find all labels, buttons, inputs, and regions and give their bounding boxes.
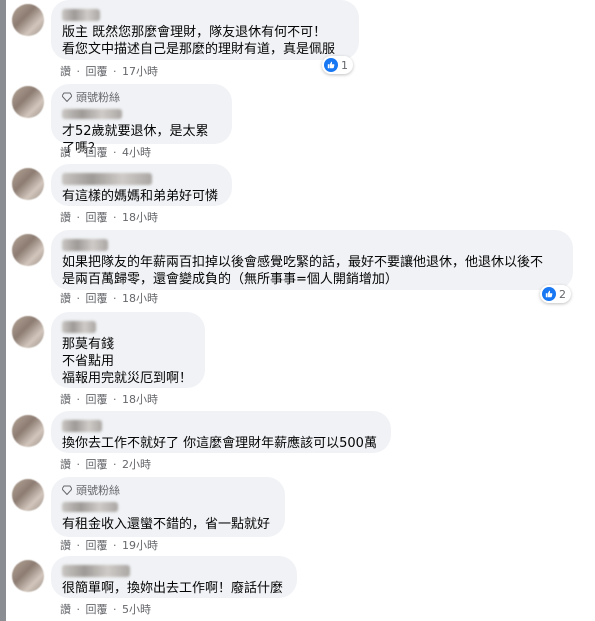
like-link[interactable]: 讚 [60, 458, 71, 471]
reaction-number: 2 [559, 287, 566, 301]
avatar[interactable] [12, 86, 44, 118]
commenter-name[interactable] [62, 419, 102, 432]
commenter-name[interactable] [62, 564, 130, 577]
reply-link[interactable]: 回覆 [86, 603, 108, 616]
avatar[interactable] [12, 168, 44, 200]
comment-actions: 讚 · 回覆 · 18小時 [60, 393, 158, 406]
like-link[interactable]: 讚 [60, 603, 71, 616]
timestamp[interactable]: 18小時 [122, 393, 158, 406]
comment-bubble: 版主 既然您那麼會理財，隊友退休有何不可！ 看您文中描述自己是那麼的理財有道，真… [51, 0, 359, 60]
comment-text: 那莫有錢 不省點用 福報用完就災厄到啊！ [62, 337, 193, 386]
comment-bubble: 那莫有錢 不省點用 福報用完就災厄到啊！ [51, 312, 205, 388]
avatar[interactable] [12, 316, 44, 348]
avatar[interactable] [12, 234, 44, 266]
comment-actions: 讚 · 回覆 · 4小時 [60, 146, 151, 159]
like-link[interactable]: 讚 [60, 539, 71, 552]
commenter-name[interactable] [62, 238, 108, 251]
reply-link[interactable]: 回覆 [86, 458, 108, 471]
commenter-name[interactable] [62, 502, 118, 512]
thumbs-up-icon [542, 287, 556, 301]
comment-bubble: 頭號粉絲 才52歲就要退休，是太累了嗎？ [51, 84, 232, 156]
comment-actions: 讚 · 回覆 · 18小時 [60, 292, 158, 305]
timestamp[interactable]: 18小時 [122, 292, 158, 305]
avatar[interactable] [12, 415, 44, 447]
like-link[interactable]: 讚 [60, 211, 71, 224]
comment-actions: 讚 · 回覆 · 18小時 [60, 211, 158, 224]
commenter-name[interactable] [62, 109, 122, 119]
scrollbar-track [0, 0, 6, 621]
reply-link[interactable]: 回覆 [86, 65, 108, 78]
like-link[interactable]: 讚 [60, 393, 71, 406]
like-link[interactable]: 讚 [60, 146, 71, 159]
comment-text: 有這樣的媽媽和弟弟好可憐 [62, 189, 219, 204]
reply-link[interactable]: 回覆 [86, 393, 108, 406]
diamond-icon [62, 92, 72, 102]
comment-text: 換你去工作不就好了 你這麼會理財年薪應該可以500萬 [62, 436, 377, 451]
reply-link[interactable]: 回覆 [86, 146, 108, 159]
timestamp[interactable]: 18小時 [122, 211, 158, 224]
comment-actions: 讚 · 回覆 · 19小時 [60, 539, 158, 552]
comment-actions: 讚 · 回覆 · 2小時 [60, 458, 151, 471]
top-fan-badge: 頭號粉絲 [62, 484, 274, 498]
comment-text: 有租金收入還蠻不錯的，省一點就好 [62, 517, 271, 532]
timestamp[interactable]: 5小時 [122, 603, 151, 616]
reaction-count[interactable]: 2 [540, 285, 571, 303]
avatar[interactable] [12, 479, 44, 511]
comment-actions: 讚 · 回覆 · 17小時 [60, 65, 158, 78]
commenter-name[interactable] [62, 320, 96, 333]
reply-link[interactable]: 回覆 [86, 211, 108, 224]
comment-actions: 讚 · 回覆 · 5小時 [60, 603, 151, 616]
reaction-number: 1 [341, 58, 348, 72]
reply-link[interactable]: 回覆 [86, 292, 108, 305]
comment-text: 如果把隊友的年薪兩百扣掉以後會感覺吃緊的話，最好不要讓他退休，他退休以後不 是兩… [62, 255, 544, 287]
timestamp[interactable]: 19小時 [122, 539, 158, 552]
commenter-name[interactable] [62, 8, 100, 21]
comment-bubble: 很簡單啊，換妳出去工作啊！廢話什麼 [51, 556, 297, 598]
comment-text: 很簡單啊，換妳出去工作啊！廢話什麼 [62, 581, 284, 596]
reply-link[interactable]: 回覆 [86, 539, 108, 552]
avatar[interactable] [12, 560, 44, 592]
comment-text: 版主 既然您那麼會理財，隊友退休有何不可！ 看您文中描述自己是那麼的理財有道，真… [62, 25, 336, 57]
comment-bubble: 頭號粉絲 有租金收入還蠻不錯的，省一點就好 [51, 477, 285, 537]
comment-bubble: 換你去工作不就好了 你這麼會理財年薪應該可以500萬 [51, 411, 391, 453]
avatar[interactable] [12, 4, 44, 36]
top-fan-badge: 頭號粉絲 [62, 91, 221, 105]
like-link[interactable]: 讚 [60, 65, 71, 78]
comment-bubble: 如果把隊友的年薪兩百扣掉以後會感覺吃緊的話，最好不要讓他退休，他退休以後不 是兩… [51, 230, 573, 290]
timestamp[interactable]: 2小時 [122, 458, 151, 471]
reaction-count[interactable]: 1 [322, 56, 353, 74]
diamond-icon [62, 485, 72, 495]
commenter-name[interactable] [62, 172, 152, 185]
comment-bubble: 有這樣的媽媽和弟弟好可憐 [51, 164, 232, 206]
timestamp[interactable]: 17小時 [122, 65, 158, 78]
timestamp[interactable]: 4小時 [122, 146, 151, 159]
thumbs-up-icon [324, 58, 338, 72]
like-link[interactable]: 讚 [60, 292, 71, 305]
